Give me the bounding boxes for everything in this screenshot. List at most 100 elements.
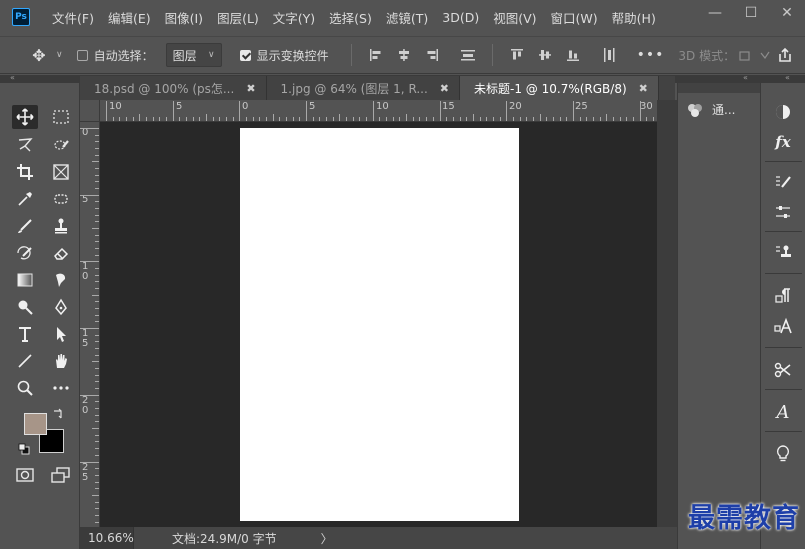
tab-18-psd[interactable]: 18.psd @ 100% (ps怎... ✖ [80, 76, 267, 100]
close-icon[interactable]: ✖ [246, 82, 255, 95]
eyedropper-tool-icon[interactable] [12, 187, 38, 211]
type-tool-icon[interactable] [12, 322, 38, 346]
brushes-icon[interactable] [769, 199, 797, 225]
collapse-toolbar-icon[interactable]: « [10, 73, 15, 82]
document-tabs: 18.psd @ 100% (ps怎... ✖ 1.jpg @ 64% (图层 … [80, 76, 675, 100]
history-brush-tool-icon[interactable] [12, 241, 38, 265]
auto-select-target-dropdown[interactable]: 图层 ∨ [165, 43, 222, 67]
ruler-tick [95, 134, 99, 136]
status-menu-button[interactable]: 〉 [321, 530, 333, 547]
channels-panel-button[interactable]: 通... [686, 101, 735, 118]
tab-1-jpg[interactable]: 1.jpg @ 64% (图层 1, R... ✖ [267, 76, 461, 100]
dodge-tool-icon[interactable] [12, 295, 38, 319]
glyphs-icon[interactable]: A [769, 399, 797, 425]
collapse-panel-icon[interactable]: « [743, 73, 748, 82]
ruler-tick [95, 348, 99, 350]
screen-mode-icon[interactable] [48, 463, 74, 487]
document-canvas[interactable] [240, 128, 519, 521]
menu-help[interactable]: 帮助(H) [612, 8, 656, 27]
ruler-tick [179, 117, 181, 121]
crop-tool-icon[interactable] [12, 160, 38, 184]
zoom-tool-icon[interactable] [12, 376, 38, 400]
character-icon[interactable] [769, 313, 797, 339]
menu-select[interactable]: 选择(S) [329, 8, 372, 27]
marquee-tool-icon[interactable] [48, 105, 74, 129]
ruler-tick [572, 101, 574, 121]
adjustments-icon[interactable] [769, 99, 797, 125]
clone-source-icon[interactable] [769, 239, 797, 265]
align-horizontal-center-icon[interactable] [396, 47, 412, 63]
vertical-scrollbar[interactable] [657, 100, 677, 527]
chevron-down-icon[interactable]: ∨ [56, 50, 63, 60]
tab-untitled-1[interactable]: 未标题-1 @ 10.7%(RGB/8) ✖ [460, 76, 659, 100]
vertical-ruler[interactable]: 0 5 1 0 1 5 2 0 2 5 [80, 122, 100, 527]
quick-selection-tool-icon[interactable] [48, 133, 74, 157]
show-transform-controls-checkbox[interactable] [239, 49, 251, 61]
menu-view[interactable]: 视图(V) [493, 8, 536, 27]
brush-settings-icon[interactable] [769, 169, 797, 195]
tool-presets-icon[interactable] [769, 357, 797, 383]
ruler-tick [186, 117, 188, 121]
share-icon[interactable] [777, 47, 793, 63]
quick-mask-icon[interactable] [12, 463, 38, 487]
foreground-color-swatch[interactable] [24, 413, 47, 435]
healing-brush-tool-icon[interactable] [48, 187, 74, 211]
ruler-label: 0 [242, 101, 249, 112]
distribute-vertical-icon[interactable] [601, 47, 617, 63]
menu-image[interactable]: 图像(I) [165, 8, 203, 27]
auto-select-checkbox[interactable] [76, 49, 88, 61]
ruler-origin[interactable] [80, 100, 100, 122]
3d-roll-icon[interactable] [757, 47, 773, 63]
smudge-tool-icon[interactable] [48, 268, 74, 292]
distribute-icon[interactable] [460, 47, 476, 63]
clone-stamp-tool-icon[interactable] [48, 214, 74, 238]
menu-layer[interactable]: 图层(L) [217, 8, 259, 27]
menu-filter[interactable]: 滤镜(T) [386, 8, 428, 27]
minimize-button[interactable]: — [697, 0, 733, 26]
menu-edit[interactable]: 编辑(E) [108, 8, 151, 27]
align-top-icon[interactable] [509, 47, 525, 63]
swap-colors-icon[interactable] [50, 405, 66, 421]
move-tool-icon[interactable] [12, 105, 38, 129]
more-options-button[interactable]: ••• [637, 47, 665, 63]
learn-lightbulb-icon[interactable] [769, 441, 797, 467]
brush-tool-icon[interactable] [12, 214, 38, 238]
ruler-tick [339, 114, 341, 121]
align-left-icon[interactable] [368, 47, 384, 63]
restore-button[interactable]: ☐ [733, 0, 769, 26]
paragraph-icon[interactable] [769, 283, 797, 309]
edit-toolbar-icon[interactable] [48, 376, 74, 400]
menu-file[interactable]: 文件(F) [52, 8, 94, 27]
ruler-tick [259, 117, 261, 121]
align-bottom-icon[interactable] [565, 47, 581, 63]
collapse-panel-icon[interactable]: « [785, 73, 790, 82]
close-icon[interactable]: ✖ [639, 82, 648, 95]
align-vertical-center-icon[interactable] [537, 47, 553, 63]
menu-3d[interactable]: 3D(D) [442, 10, 479, 25]
pen-tool-icon[interactable] [48, 295, 74, 319]
close-button[interactable]: ✕ [769, 0, 805, 26]
align-right-icon[interactable] [424, 47, 440, 63]
canvas-workspace[interactable] [100, 122, 657, 527]
close-icon[interactable]: ✖ [440, 82, 449, 95]
menu-window[interactable]: 窗口(W) [551, 8, 598, 27]
gradient-tool-icon[interactable] [12, 268, 38, 292]
default-colors-icon[interactable] [16, 441, 32, 457]
ruler-tick [95, 174, 99, 176]
ruler-tick [252, 117, 254, 121]
frame-tool-icon[interactable] [48, 160, 74, 184]
lasso-tool-icon[interactable] [12, 133, 38, 157]
hand-tool-icon[interactable] [48, 349, 74, 373]
ruler-tick [95, 421, 99, 423]
eraser-tool-icon[interactable] [48, 241, 74, 265]
line-tool-icon[interactable] [12, 349, 38, 373]
styles-fx-icon[interactable]: fx [769, 129, 797, 155]
3d-orbit-icon[interactable] [737, 47, 753, 63]
move-tool-preset-icon[interactable]: ✥ [28, 46, 50, 65]
horizontal-ruler[interactable]: 10 5 0 5 10 15 20 25 30 [100, 100, 657, 122]
menu-type[interactable]: 文字(Y) [273, 8, 315, 27]
ruler-tick [246, 117, 248, 121]
zoom-level-field[interactable]: 10.66% [80, 527, 134, 549]
path-selection-tool-icon[interactable] [48, 322, 74, 346]
ruler-tick [372, 101, 374, 121]
